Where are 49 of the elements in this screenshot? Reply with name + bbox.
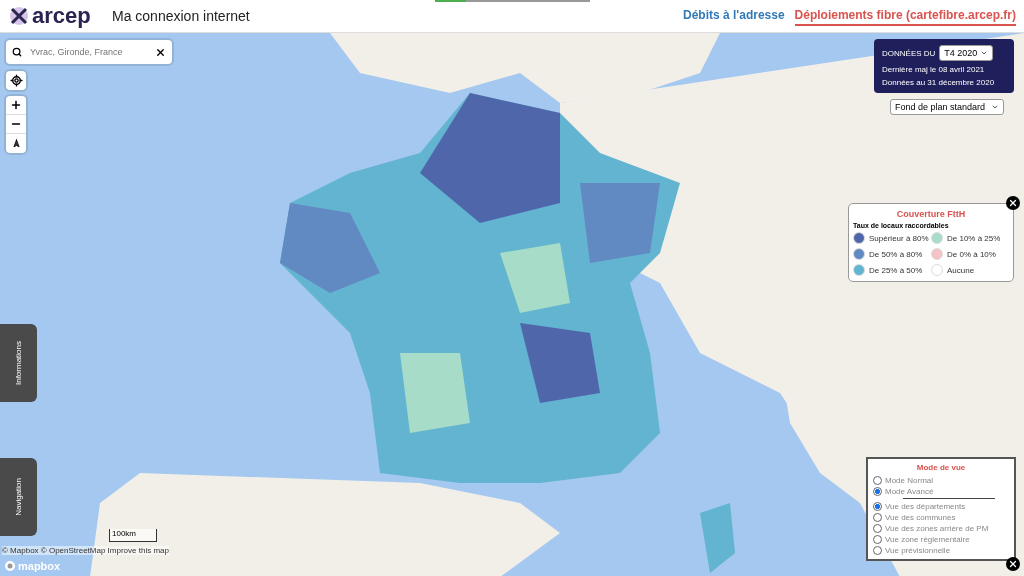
locate-icon — [9, 74, 23, 87]
update-date: Dernière maj le 08 avril 2021 — [882, 65, 986, 74]
view-option[interactable]: Vue des zones arrière de PM — [873, 524, 1009, 533]
clear-icon[interactable] — [155, 46, 166, 58]
view-option[interactable]: Vue des communes — [873, 513, 1009, 522]
chevron-down-icon — [991, 103, 999, 111]
legend-label: Aucune — [947, 265, 975, 275]
search-field[interactable]: Yvrac, Gironde, France — [30, 47, 147, 57]
mapbox-logo-icon — [4, 560, 16, 572]
search-icon — [12, 47, 22, 57]
mode-option[interactable]: Mode Normal — [873, 476, 1009, 485]
radio-button[interactable] — [873, 546, 882, 555]
view-mode-title: Mode de vue — [915, 463, 967, 472]
view-option[interactable]: Vue zone réglementaire — [873, 535, 1009, 544]
radio-button[interactable] — [873, 487, 882, 496]
mode-option[interactable]: Mode Avancé — [873, 487, 1009, 496]
radio-button[interactable] — [873, 535, 882, 544]
radio-button[interactable] — [873, 476, 882, 485]
compass-icon — [11, 139, 21, 148]
plus-icon — [10, 99, 22, 111]
legend-label: De 0% à 10% — [947, 249, 996, 259]
legend-label: De 50% à 80% — [869, 249, 923, 259]
chevron-down-icon — [980, 49, 989, 57]
mapbox-logo-text: mapbox — [18, 560, 61, 572]
side-tab[interactable]: Informations — [0, 324, 37, 402]
legend-label: De 25% à 50% — [869, 265, 923, 275]
map-attribution: © Mapbox © OpenStreetMap Improve this map — [2, 546, 169, 555]
legend-label: De 10% à 25% — [947, 233, 1001, 243]
basemap-select[interactable]: Fond de plan standard — [890, 99, 1004, 115]
search-bar[interactable]: Yvrac, Gironde, France — [6, 40, 172, 64]
radio-button[interactable] — [873, 502, 882, 511]
data-label: DONNÉES DU — [882, 48, 936, 58]
nav-link[interactable]: Débits à l'adresse — [683, 6, 785, 26]
close-icon — [1008, 198, 1018, 208]
nav-link[interactable]: Déploiements fibre (cartefibre.arcep.fr) — [794, 6, 1016, 26]
close-icon — [1008, 559, 1018, 569]
legend-label: Supérieur à 80% — [869, 233, 929, 243]
view-option[interactable]: Vue des départements — [873, 502, 1009, 511]
scale-bar: 100km — [109, 529, 157, 542]
period-select[interactable]: T4 2020 — [939, 45, 994, 61]
logo-icon — [8, 5, 30, 27]
legend-title: Couverture FttH — [895, 209, 967, 219]
radio-button[interactable] — [873, 524, 882, 533]
view-option[interactable]: Vue prévisionnelle — [873, 546, 1009, 555]
app-title: Ma connexion internet — [112, 8, 251, 24]
data-date: Données au 31 décembre 2020 — [882, 78, 996, 87]
side-tab[interactable]: Navigation — [0, 458, 37, 536]
radio-button[interactable] — [873, 513, 882, 522]
logo-text: arcep — [32, 3, 91, 29]
